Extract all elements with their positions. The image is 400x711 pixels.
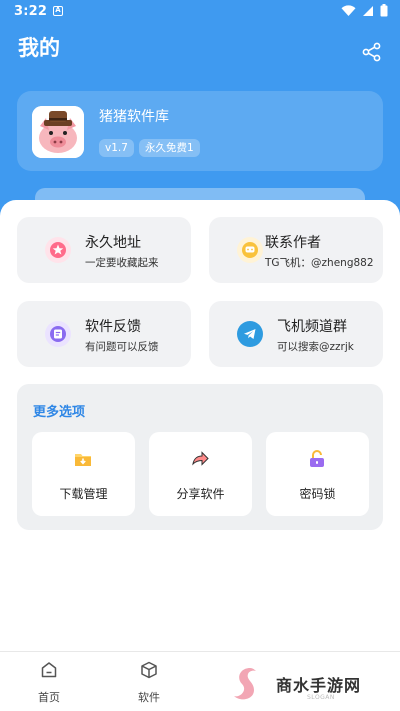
tile-subtitle: 有问题可以反馈 [85, 341, 159, 353]
tile-title: 联系作者 [265, 235, 321, 251]
status-icons [341, 4, 388, 17]
tile-subtitle: TG飞机：@zheng882 [265, 257, 374, 269]
tile-feedback[interactable]: 软件反馈 有问题可以反馈 [17, 301, 191, 367]
status-bar: 3:22 A [0, 0, 400, 26]
nav-software[interactable]: 软件 [119, 660, 179, 705]
more-options-panel: 更多选项 下载管理 分享软件 密码锁 [17, 384, 383, 530]
version-badge: v1.7 [99, 139, 134, 157]
notification-icon: A [53, 6, 63, 16]
option-label: 密码锁 [299, 487, 336, 501]
option-label: 分享软件 [176, 487, 225, 501]
nav-label: 首页 [38, 691, 60, 704]
tile-title: 永久地址 [85, 235, 141, 251]
option-label: 下载管理 [59, 487, 108, 501]
tile-title: 飞机频道群 [277, 319, 347, 335]
tile-permanent-address[interactable]: 永久地址 一定要收藏起来 [17, 217, 191, 283]
app-logo [32, 106, 84, 158]
signal-icon [363, 5, 373, 16]
chat-icon [237, 237, 263, 263]
app-info-card[interactable]: 猪猪软件库 v1.7 永久免费1 [17, 91, 383, 171]
telegram-icon [237, 321, 263, 347]
free-badge: 永久免费1 [139, 139, 200, 157]
option-download-manager[interactable]: 下载管理 [32, 432, 135, 516]
tile-subtitle: 一定要收藏起来 [85, 257, 159, 269]
tile-subtitle: 可以搜索@zzrjk [277, 341, 354, 353]
watermark-slogan: SLOGAN [307, 694, 335, 701]
wifi-icon [341, 4, 356, 16]
app-name: 猪猪软件库 [99, 109, 169, 125]
watermark-text: 商水手游网 [276, 676, 362, 695]
more-options-title: 更多选项 [33, 405, 86, 420]
feedback-icon [45, 321, 71, 347]
battery-icon [380, 4, 388, 17]
star-icon [45, 237, 71, 263]
lock-icon [305, 447, 329, 471]
tile-telegram-channel[interactable]: 飞机频道群 可以搜索@zzrjk [209, 301, 383, 367]
option-password-lock[interactable]: 密码锁 [266, 432, 369, 516]
nav-label: 软件 [138, 691, 160, 704]
pig-logo-icon [32, 106, 84, 158]
download-folder-icon [71, 447, 95, 471]
box-icon [139, 660, 159, 680]
option-share-software[interactable]: 分享软件 [149, 432, 252, 516]
tile-title: 软件反馈 [85, 319, 141, 335]
share-icon [362, 42, 381, 62]
status-time: 3:22 [14, 4, 48, 19]
share-arrow-icon [188, 447, 212, 471]
share-button[interactable] [360, 40, 384, 64]
page-title: 我的 [18, 36, 60, 60]
watermark-logo-icon [234, 668, 256, 700]
tile-contact-author[interactable]: 联系作者 TG飞机：@zheng882 [209, 217, 383, 283]
watermark: 商水手游网 SLOGAN [230, 664, 390, 704]
nav-home[interactable]: 首页 [19, 660, 79, 705]
home-icon [39, 660, 59, 680]
